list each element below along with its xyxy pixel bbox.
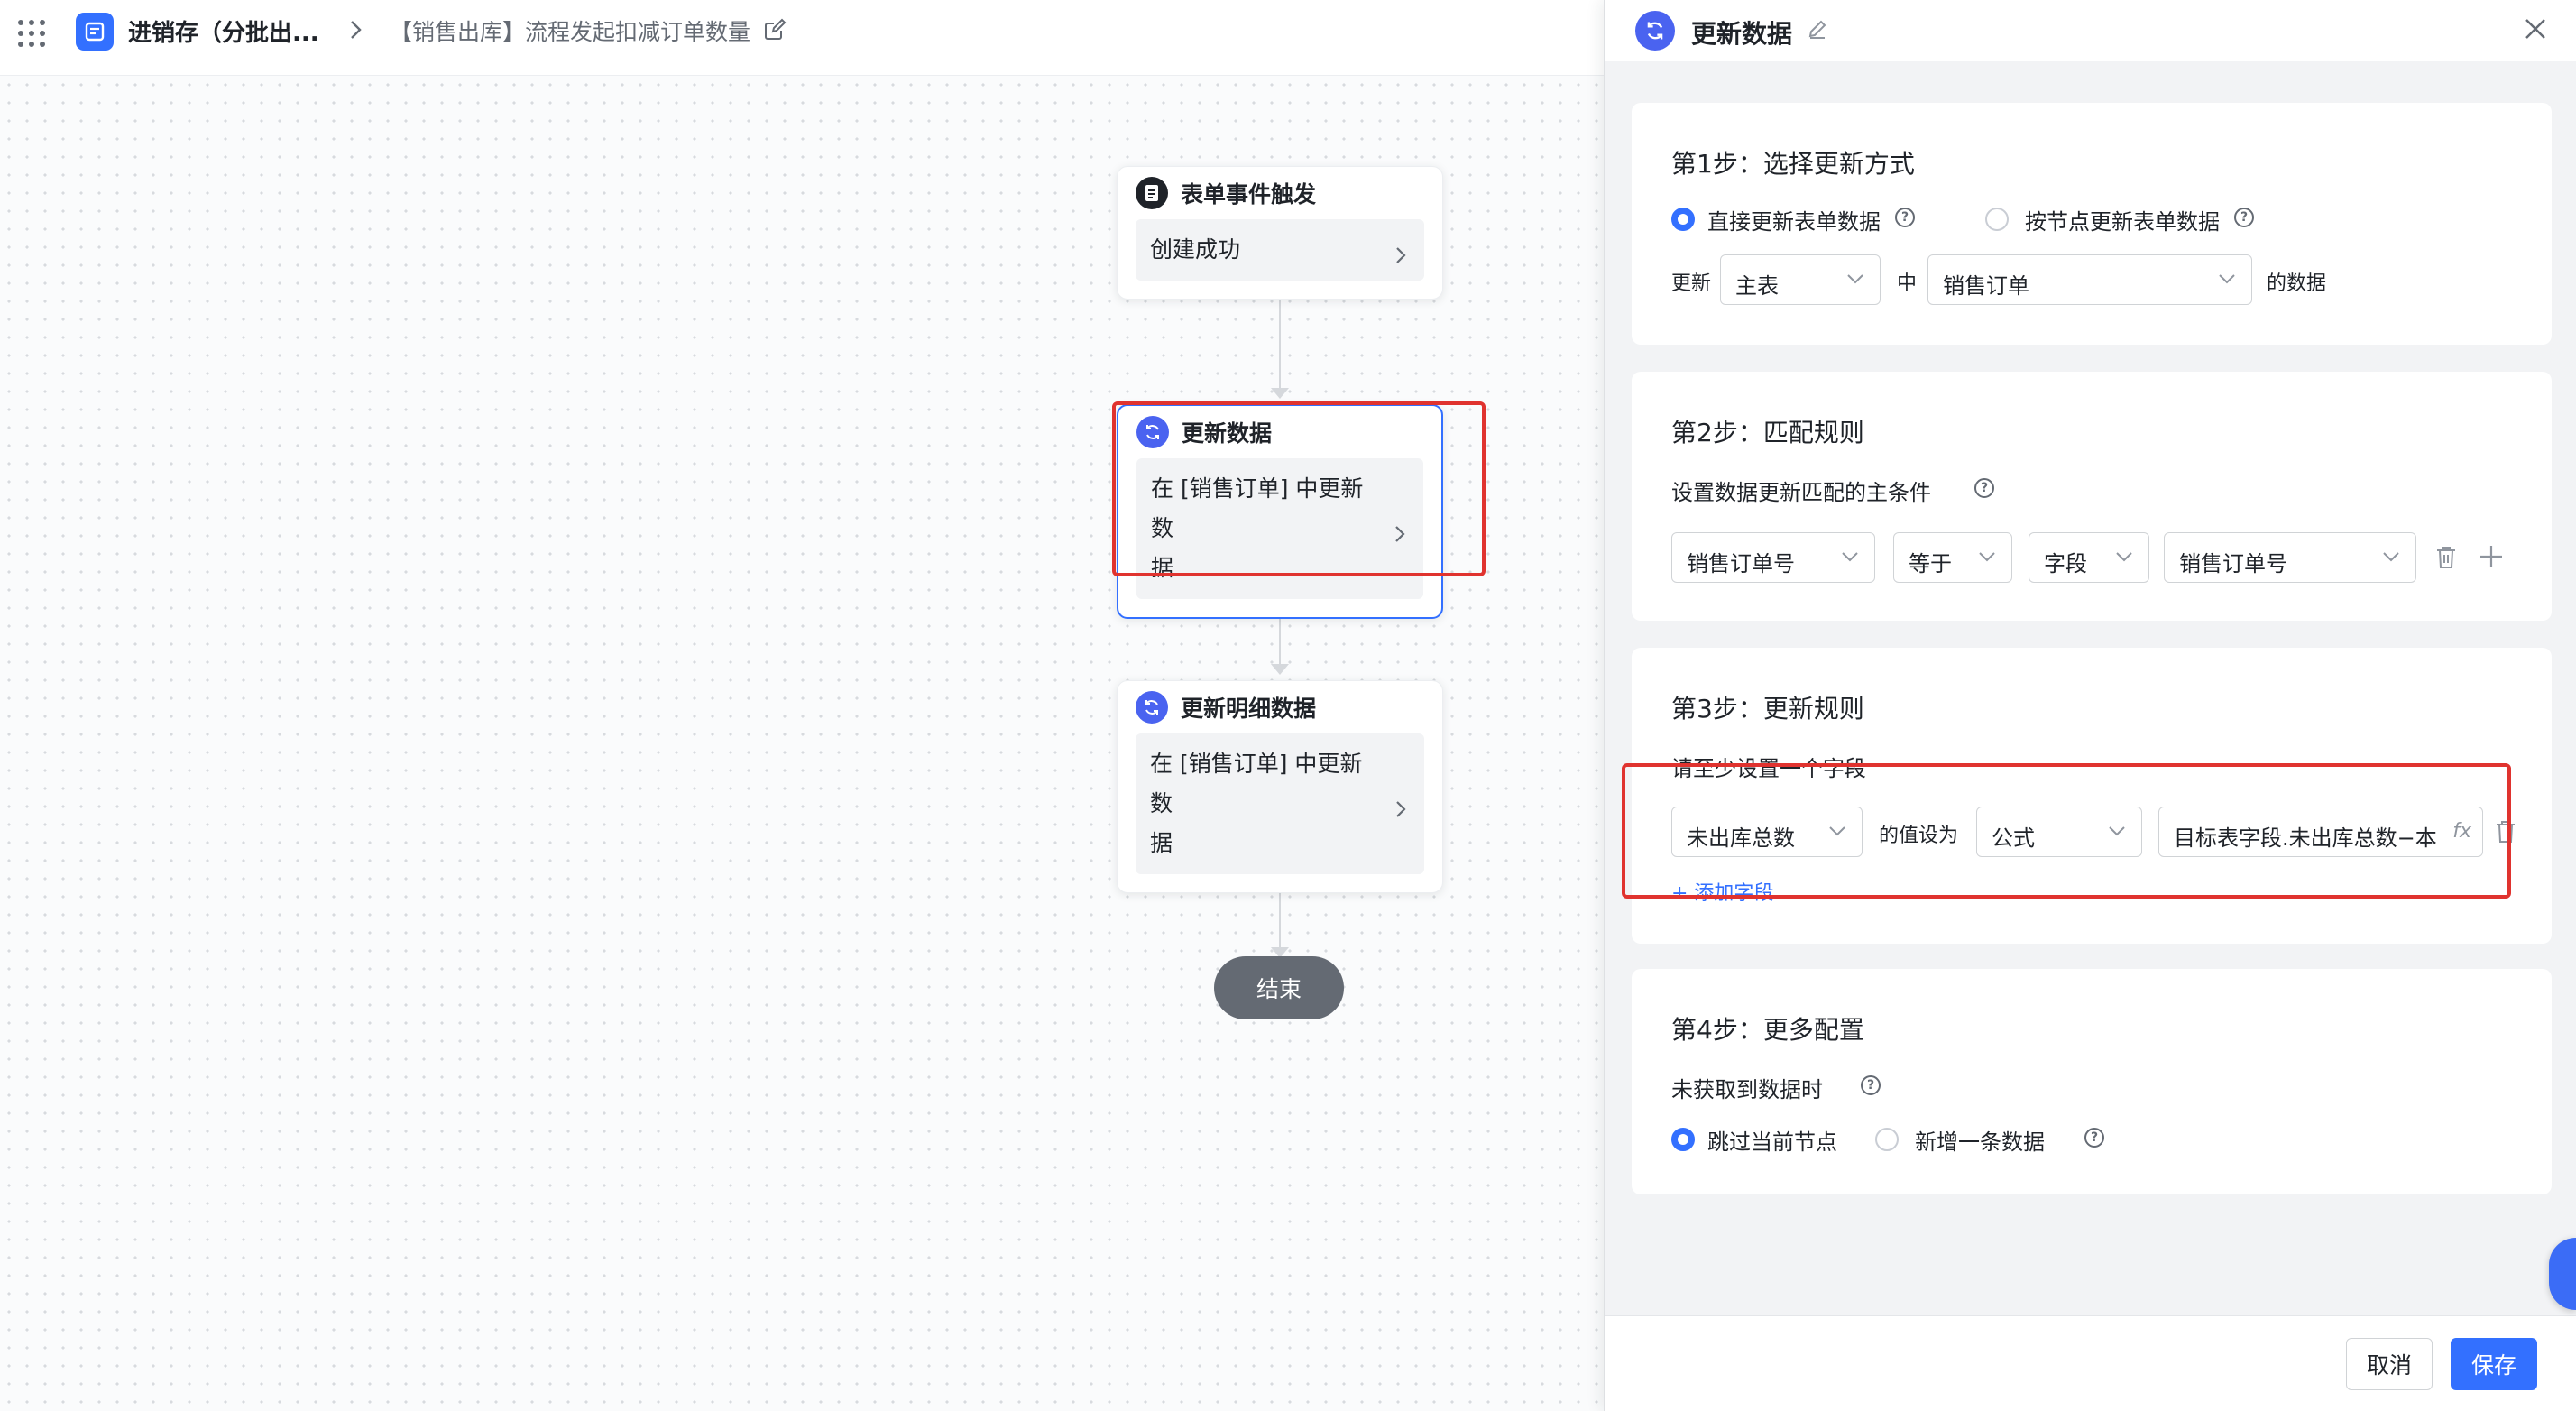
drawer-title: 更新数据 [1691, 19, 1793, 49]
update-data-node[interactable]: 更新数据 在 [销售订单] 中更新数 据 [1117, 404, 1443, 619]
help-icon[interactable]: ? [1861, 1075, 1881, 1095]
chevron-down-icon [2217, 272, 2237, 290]
save-button[interactable]: 保存 [2451, 1338, 2537, 1390]
step3-card: 第3步：更新规则 请至少设置一个字段 未出库总数 的值设为 公式 目标表字段.未… [1632, 648, 2552, 944]
select-value: 公式 [1992, 825, 2035, 851]
form-select[interactable]: 销售订单 [1927, 254, 2252, 305]
radio-by-node-update[interactable] [1985, 208, 2009, 231]
select-value: 等于 [1909, 551, 1952, 576]
no-data-desc: 未获取到数据时 [1671, 1077, 1823, 1102]
update-rule-hint: 请至少设置一个字段 [1671, 756, 1866, 781]
radio-label: 新增一条数据 [1915, 1130, 2045, 1155]
chevron-down-icon [1977, 549, 1997, 567]
trigger-node[interactable]: 表单事件触发 创建成功 [1117, 166, 1443, 300]
value-mode-select[interactable]: 公式 [1976, 807, 2142, 857]
formula-input[interactable]: 目标表字段.未出库总数−本 fx [2158, 807, 2483, 857]
node-body-line: 据 [1150, 830, 1173, 856]
step-title: 第3步：更新规则 [1671, 694, 1864, 724]
chevron-down-icon [2381, 549, 2401, 567]
step-title: 第2步：匹配规则 [1671, 418, 1864, 447]
sync-icon [1136, 691, 1168, 724]
close-icon[interactable] [2521, 14, 2550, 47]
node-body-line: 在 [销售订单] 中更新数 [1151, 475, 1364, 541]
step2-card: 第2步：匹配规则 设置数据更新匹配的主条件 ? 销售订单号 等于 字段 销售订单… [1632, 372, 2552, 621]
target-field-select[interactable]: 未出库总数 [1671, 807, 1863, 857]
config-drawer: 更新数据 第1步：选择更新方式 直接更新表单数据 ? 按节点更新表单数据 ? 更… [1604, 0, 2576, 1411]
select-value: 销售订单 [1943, 273, 2029, 299]
app-name-breadcrumb[interactable]: 进销存（分批出... [128, 14, 319, 48]
radio-direct-update[interactable] [1671, 208, 1695, 231]
node-body-line: 据 [1151, 555, 1174, 581]
node-body[interactable]: 在 [销售订单] 中更新数 据 [1136, 458, 1423, 599]
node-title: 表单事件触发 [1181, 181, 1317, 208]
match-field-select[interactable]: 销售订单号 [1671, 532, 1875, 583]
radio-label: 跳过当前节点 [1707, 1130, 1837, 1155]
add-field-link[interactable]: + 添加字段 [1671, 877, 1773, 906]
chevron-down-icon [2107, 824, 2127, 842]
match-value-select[interactable]: 销售订单号 [2164, 532, 2416, 583]
select-value: 未出库总数 [1687, 825, 1795, 851]
update-prefix-label: 更新 [1671, 272, 1712, 295]
chevron-right-icon [1394, 239, 1408, 279]
node-title: 更新数据 [1182, 420, 1273, 447]
sync-icon [1635, 11, 1675, 51]
form-icon [1136, 177, 1168, 209]
radio-skip-node[interactable] [1671, 1128, 1695, 1151]
suffix-label: 的数据 [2267, 272, 2327, 295]
apps-grid-icon[interactable] [16, 18, 45, 47]
set-value-label: 的值设为 [1879, 825, 1959, 847]
chevron-down-icon [1845, 272, 1865, 290]
connector-line [1279, 298, 1281, 390]
help-icon[interactable]: ? [2234, 208, 2254, 227]
fx-icon[interactable]: fx [2452, 820, 2471, 843]
step4-card: 第4步：更多配置 未获取到数据时 ? 跳过当前节点 新增一条数据 ? [1632, 969, 2552, 1194]
node-body-line: 在 [销售订单] 中更新数 [1150, 751, 1363, 816]
node-title: 更新明细数据 [1181, 696, 1317, 722]
help-icon[interactable]: ? [1895, 208, 1915, 227]
chevron-right-icon [1394, 793, 1408, 833]
select-value: 主表 [1735, 273, 1779, 299]
end-node[interactable]: 结束 [1214, 956, 1344, 1019]
trash-icon[interactable] [2434, 545, 2458, 574]
node-body-text: 创建成功 [1150, 236, 1241, 263]
chevron-down-icon [1840, 549, 1860, 567]
plus-icon[interactable] [2478, 543, 2505, 574]
formula-value: 目标表字段.未出库总数−本 [2174, 825, 2437, 851]
step1-card: 第1步：选择更新方式 直接更新表单数据 ? 按节点更新表单数据 ? 更新 主表 … [1632, 103, 2552, 345]
radio-label: 按节点更新表单数据 [2025, 209, 2220, 235]
pencil-icon[interactable] [1807, 18, 1828, 43]
chevron-right-icon [346, 16, 366, 47]
app-logo-icon [76, 13, 114, 51]
radio-label: 直接更新表单数据 [1707, 209, 1881, 235]
cancel-button[interactable]: 取消 [2346, 1338, 2433, 1390]
table-select[interactable]: 主表 [1720, 254, 1881, 305]
select-value: 字段 [2044, 551, 2087, 576]
update-detail-node[interactable]: 更新明细数据 在 [销售订单] 中更新数 据 [1117, 680, 1443, 893]
flow-name: 【销售出库】流程发起扣减订单数量 [390, 19, 751, 45]
drawer-footer: 取消 保存 [1605, 1315, 2576, 1411]
chevron-down-icon [2114, 549, 2134, 567]
edit-icon[interactable] [763, 18, 787, 45]
value-type-select[interactable]: 字段 [2029, 532, 2149, 583]
chevron-down-icon [1827, 824, 1847, 842]
radio-add-record[interactable] [1875, 1128, 1899, 1151]
drawer-header: 更新数据 [1605, 0, 2576, 61]
middle-label: 中 [1897, 272, 1918, 295]
top-bar: 进销存（分批出... 【销售出库】流程发起扣减订单数量 [0, 0, 1604, 76]
select-value: 销售订单号 [1687, 551, 1795, 576]
help-icon[interactable]: ? [1974, 478, 1994, 498]
match-desc: 设置数据更新匹配的主条件 [1671, 480, 1931, 505]
node-body[interactable]: 创建成功 [1136, 219, 1424, 281]
trash-icon[interactable] [2494, 819, 2517, 848]
operator-select[interactable]: 等于 [1893, 532, 2012, 583]
arrow-tip [1271, 388, 1289, 399]
sync-icon [1136, 416, 1169, 448]
help-icon[interactable]: ? [2084, 1128, 2104, 1148]
select-value: 销售订单号 [2179, 551, 2287, 576]
node-body[interactable]: 在 [销售订单] 中更新数 据 [1136, 733, 1424, 874]
arrow-tip [1271, 664, 1289, 675]
chevron-right-icon [1393, 518, 1407, 558]
step-title: 第1步：选择更新方式 [1671, 149, 1915, 179]
step-title: 第4步：更多配置 [1671, 1015, 1864, 1045]
